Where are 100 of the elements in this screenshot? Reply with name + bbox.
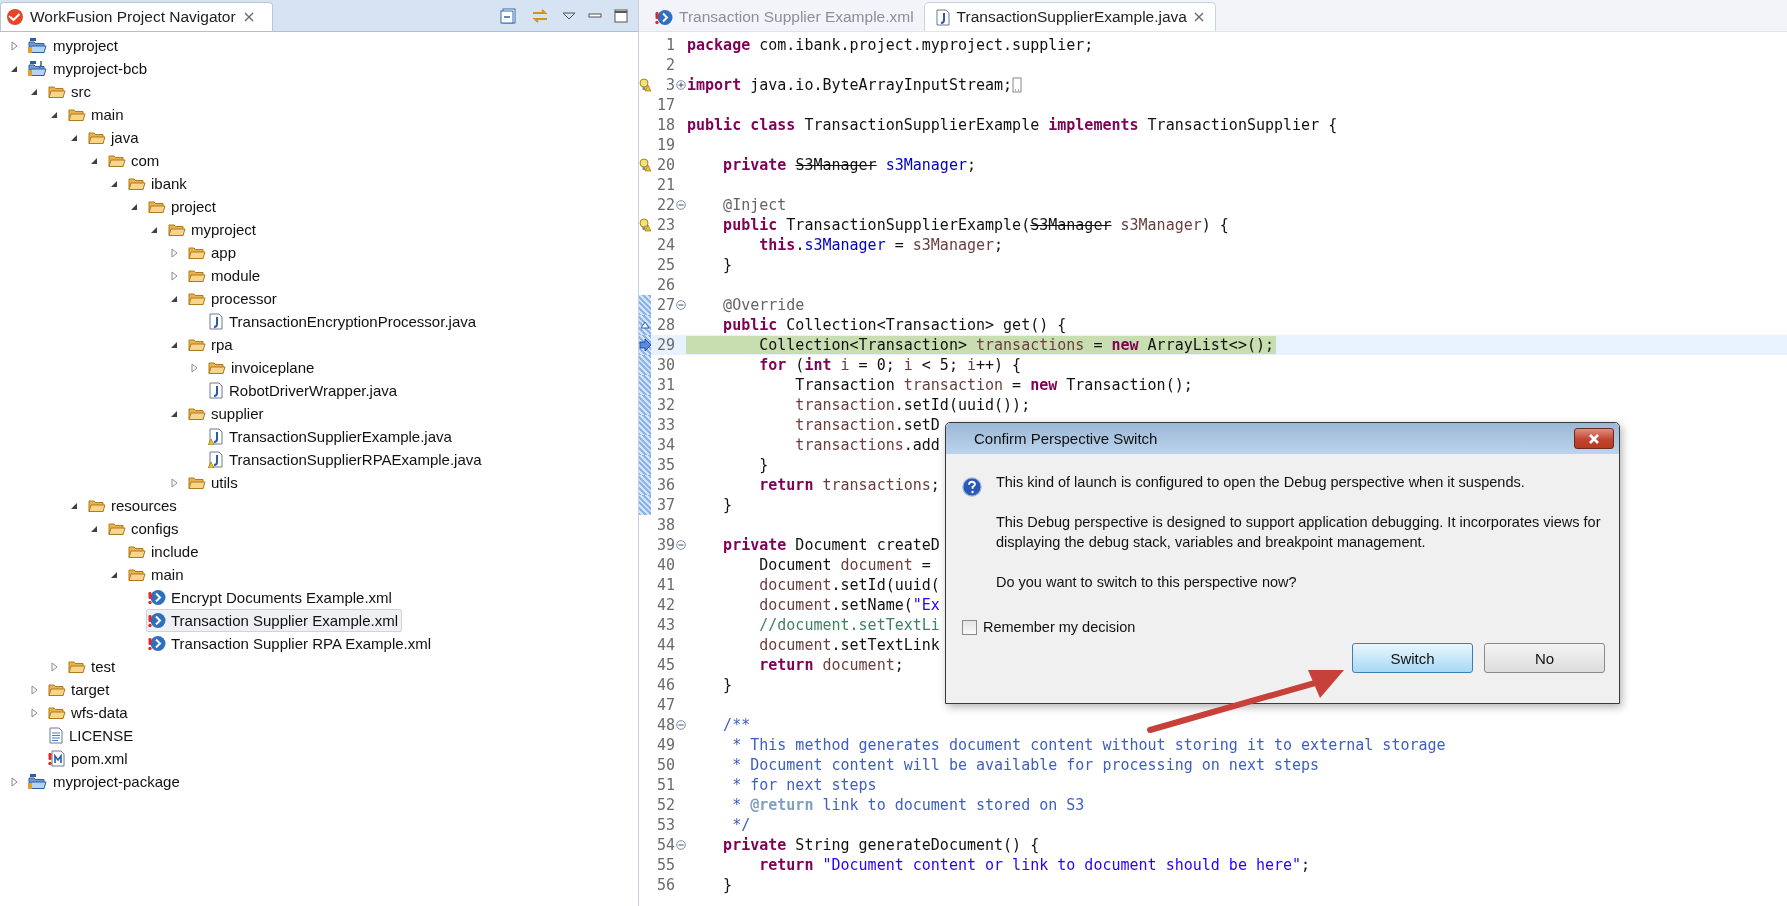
code-line: */ [731,816,751,834]
code-line: package com.ibank.project.myproject.supplier; [686,36,1094,54]
tree-item[interactable]: Transaction Supplier Example.xml [146,609,403,632]
folder-icon [88,498,106,513]
close-icon[interactable] [242,11,255,23]
collapsed-arrow-icon[interactable] [168,269,180,282]
dialog-message: This kind of launch is configured to open the Debug perspective when it suspends. [995,473,1526,492]
folder-icon [128,544,146,559]
collapsed-arrow-icon[interactable] [188,361,200,374]
code-line: } [722,876,733,894]
collapsed-arrow-icon[interactable] [168,246,180,259]
tree-item[interactable]: myproject [166,218,261,241]
process-file-icon [148,635,166,652]
tree-item[interactable]: supplier [186,402,268,425]
text-file-icon [48,727,64,744]
line-number: 19 [655,136,675,154]
tree-item[interactable]: TransactionSupplierRPAExample.java [206,448,486,471]
collapse-fold-icon[interactable] [675,300,686,310]
tree-item[interactable]: include [126,540,203,563]
collapse-fold-icon[interactable] [675,540,686,550]
tree-item[interactable]: module [186,264,265,287]
line-number: 2 [664,56,675,74]
folder-icon [148,199,166,214]
tree-item[interactable]: TransactionSupplierExample.java [206,425,456,448]
tree-item[interactable]: project [146,195,221,218]
navigator-tab[interactable]: WorkFusion Project Navigator [0,2,273,31]
expand-fold-icon[interactable] [675,80,686,90]
line-number: 37 [655,496,675,514]
collapsed-arrow-icon[interactable] [8,39,20,52]
tree-item[interactable]: utils [186,471,242,494]
tree-item[interactable]: resources [86,494,181,517]
view-menu-icon[interactable] [562,11,576,21]
dialog-button[interactable]: No [1484,643,1605,673]
tree-item[interactable]: Encrypt Documents Example.xml [146,586,396,609]
folder-icon [168,222,186,237]
collapse-fold-icon[interactable] [675,200,686,210]
code-line: public Collection<Transaction> get() { [722,316,1067,334]
tree-item[interactable]: wfs-data [46,701,132,724]
tree-item[interactable]: RobotDriverWrapper.java [206,379,402,402]
tree-item[interactable]: myproject [26,34,123,57]
tree-item[interactable]: TransactionEncryptionProcessor.java [206,310,481,333]
tree-item[interactable]: pom.xml [46,747,132,770]
collapsed-arrow-icon[interactable] [28,683,40,696]
checkbox[interactable] [962,619,977,635]
folder-icon [188,245,206,260]
process-file-icon [655,8,673,26]
tree-item[interactable]: LICENSE [46,724,138,747]
line-number: 26 [655,276,675,294]
maximize-icon[interactable] [614,9,628,23]
line-number: 32 [655,396,675,414]
code-line: * Document content will be available for processing on next steps [731,756,1320,774]
tree-item[interactable]: invoiceplane [206,356,319,379]
tree-item[interactable]: configs [106,517,183,540]
tree-item[interactable]: myproject-bcb [26,57,152,80]
code-line: transactions.add [794,436,940,454]
code-line: private S3Manager s3Manager; [722,156,976,174]
tree-item[interactable]: processor [186,287,281,310]
collapsed-arrow-icon[interactable] [48,660,60,673]
tree-item[interactable]: java [86,126,143,149]
collapsed-arrow-icon[interactable] [8,775,20,788]
tree-item[interactable]: com [106,149,164,172]
dialog-message: This Debug perspective is designed to support application debugging. It incorporates views for displaying the debug stack, variables and breakpoint management. [995,513,1602,552]
collapse-all-icon[interactable] [500,7,518,25]
code-line: document.setTextLink [758,636,940,654]
tree-item[interactable]: ibank [126,172,191,195]
tree-item[interactable]: app [186,241,241,264]
collapsed-arrow-icon[interactable] [28,706,40,719]
tree-item[interactable]: Transaction Supplier RPA Example.xml [146,632,436,655]
tree-item[interactable]: myproject-package [26,770,184,793]
folder-icon [88,130,106,145]
collapse-fold-icon[interactable] [675,720,686,730]
code-line: return document; [758,656,904,674]
code-line: public class TransactionSupplierExample implements TransactionSupplier { [686,116,1338,134]
code-line: return transactions; [758,476,940,494]
collapse-fold-icon[interactable] [675,840,686,850]
line-number: 51 [655,776,675,794]
checkbox-label[interactable]: Remember my decision [983,619,1136,635]
folder-icon [108,153,126,168]
line-number: 34 [655,436,675,454]
tree-item[interactable]: test [66,655,120,678]
minimize-icon[interactable] [588,11,602,21]
line-number: 52 [655,796,675,814]
tree-item[interactable]: target [46,678,114,701]
tree-item[interactable]: src [46,80,95,103]
maven-file-icon [48,750,66,767]
default-button[interactable]: Switch [1352,643,1473,673]
process-file-icon [148,589,166,606]
tree-item[interactable]: main [66,103,128,126]
code-line: public TransactionSupplierExample(S3Manager s3Manager) { [722,216,1229,234]
code-line: document.setName("Ex [758,596,940,614]
tree-item[interactable]: rpa [186,333,237,356]
line-number: 27 [655,296,675,314]
close-button[interactable] [1574,428,1614,449]
tree-item[interactable]: main [126,563,188,586]
close-icon [1587,432,1601,445]
line-number: 43 [655,616,675,634]
folder-icon [48,84,66,99]
collapsed-arrow-icon[interactable] [168,476,180,489]
close-icon[interactable] [1192,11,1205,23]
editor-tab[interactable]: TransactionSupplierExample.java [923,2,1216,31]
